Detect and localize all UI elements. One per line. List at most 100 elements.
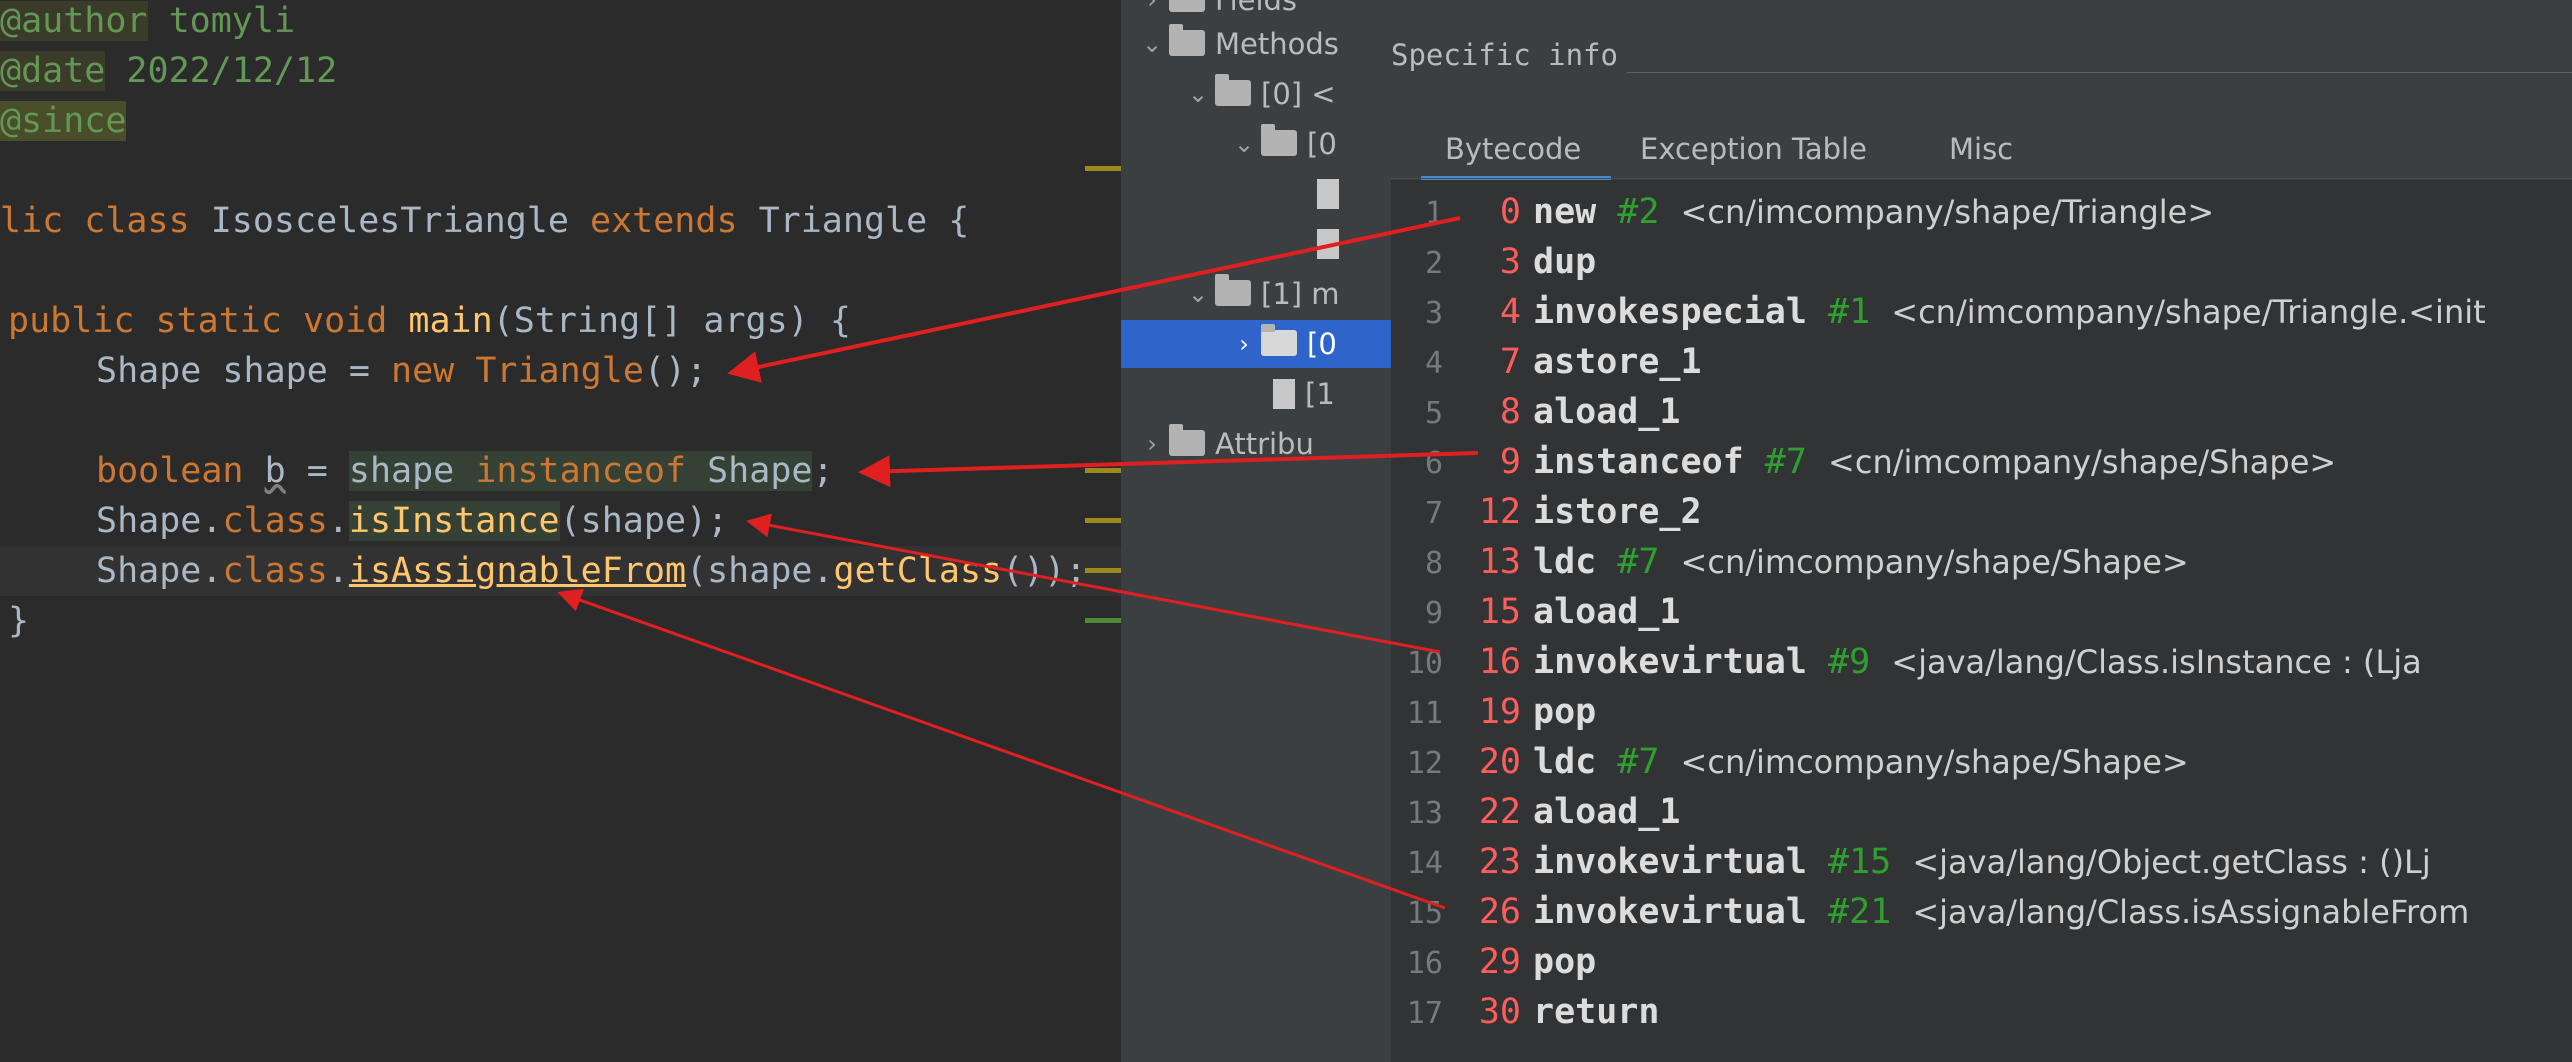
tree-node-leaf[interactable] [1317,220,1349,268]
tree-node-methods[interactable]: ⌄ Methods [1135,20,1339,68]
tree-node-leaf[interactable] [1317,170,1349,218]
class-name: IsoscelesTriangle [210,201,591,241]
constant-pool-ref[interactable]: #7 [1617,742,1659,782]
class-structure-tree[interactable]: › Fields ⌄ Methods ⌄ [0] < ⌄ [0 ⌄ [1] m › [0 [… [1121,0,1391,1062]
code-line-2[interactable]: @date 2022/12/12 [0,46,337,96]
code-line-isassignablefrom[interactable]: Shape.class.isAssignableFrom(shape.getCl… [96,546,1086,596]
constant-pool-ref[interactable]: #1 [1828,292,1870,332]
bytecode-row[interactable]: 14 23 invokevirtual #15 <java/lang/Object.… [1391,837,2431,887]
bytecode-row[interactable]: 11 19 pop [1391,687,1596,737]
divider [1627,72,2572,73]
bytecode-offset: 0 [1499,192,1521,232]
chevron-down-icon[interactable]: ⌄ [1181,270,1215,318]
gutter-marker[interactable] [1085,518,1121,523]
bytecode-row[interactable]: 15 26 invokevirtual #21 <java/lang/Class.i… [1391,887,2469,937]
tab-bytecode[interactable]: Bytecode [1420,124,1612,182]
code-text: (shape); [559,501,729,541]
gutter-marker[interactable] [1085,166,1121,171]
code-line-main[interactable]: public static void main(String[] args) { [8,296,851,346]
code-line-instanceof[interactable]: boolean b = shape instanceof Shape; [96,446,834,496]
bytecode-row[interactable]: 9 15 aload_1 [1391,587,1681,637]
opcode: pop [1533,942,1597,982]
bytecode-row[interactable]: 5 8 aload_1 [1391,387,1681,437]
bytecode-listing[interactable]: 1 0 new #2 <cn/imcompany/shape/Triangle> 2 3… [1391,180,2572,1062]
constant-pool-ref[interactable]: #2 [1617,192,1659,232]
bytecode-row[interactable]: 13 22 aload_1 [1391,787,1681,837]
line-number: 9 [1424,596,1443,631]
constant-pool-ref[interactable]: #9 [1828,642,1870,682]
code-text: shape [348,451,476,491]
method-params: (String[] args) { [492,301,851,341]
line-number: 1 [1424,196,1443,231]
constructor-name: Triangle [475,351,644,391]
bytecode-offset: 3 [1499,242,1521,282]
constant-pool-ref[interactable]: #15 [1828,842,1891,882]
tree-node-method-1-code-selected[interactable]: › [0 [1121,320,1391,368]
code-text: . [327,551,349,591]
opcode: aload_1 [1533,792,1681,832]
opcode: astore_1 [1533,342,1702,382]
file-icon [1317,229,1339,259]
opcode-argument: <java/lang/Class.isAssignableFrom [1912,893,2470,931]
code-line-class[interactable]: lic class IsoscelesTriangle extends Tria… [0,196,969,246]
bytecode-row[interactable]: 6 9 instanceof #7 <cn/imcompany/shape/Shap… [1391,437,2336,487]
bytecode-offset: 19 [1478,692,1521,732]
line-number: 2 [1424,246,1443,281]
constant-pool-ref[interactable]: #7 [1617,542,1659,582]
chevron-down-icon[interactable]: ⌄ [1181,70,1215,118]
folder-icon [1169,424,1205,456]
constant-pool-ref[interactable]: #21 [1828,892,1891,932]
code-line-close-brace[interactable]: } [8,596,29,646]
bytecode-row[interactable]: 8 13 ldc #7 <cn/imcompany/shape/Shape> [1391,537,2189,587]
bytecode-row[interactable]: 12 20 ldc #7 <cn/imcompany/shape/Shape> [1391,737,2189,787]
code-text: ()); [1002,551,1087,591]
bytecode-row[interactable]: 2 3 dup [1391,237,1596,287]
line-number: 16 [1406,946,1443,981]
gutter-marker[interactable] [1085,468,1121,473]
chevron-right-icon[interactable]: › [1227,320,1261,368]
bytecode-offset: 29 [1478,942,1521,982]
divider [1391,178,2572,179]
bytecode-offset: 23 [1478,842,1521,882]
opcode: pop [1533,692,1597,732]
bytecode-row[interactable]: 16 29 pop [1391,937,1596,987]
chevron-down-icon[interactable]: ⌄ [1135,20,1169,68]
code-line-isinstance[interactable]: Shape.class.isInstance(shape); [96,496,728,546]
opcode: invokespecial [1533,292,1807,332]
tab-misc[interactable]: Misc [1949,124,2013,174]
tree-node-method-0-code[interactable]: ⌄ [0 [1227,120,1337,168]
line-number: 5 [1424,396,1443,431]
keyword: extends [590,201,759,241]
tree-node-attributes[interactable]: › Attribu [1135,420,1314,468]
bytecode-row[interactable]: 17 30 return [1391,987,1660,1037]
tree-node-method-0[interactable]: ⌄ [0] < [1181,70,1336,118]
constant-pool-ref[interactable]: #7 [1765,442,1807,482]
bytecode-row[interactable]: 1 0 new #2 <cn/imcompany/shape/Triangle> [1391,187,2214,237]
superclass-name: Triangle { [758,201,970,241]
opcode-argument: <cn/imcompany/shape/Shape> [1828,443,2337,481]
code-line-new-triangle[interactable]: Shape shape = new Triangle(); [96,346,707,396]
gutter-marker[interactable] [1085,568,1121,573]
bytecode-row[interactable]: 3 4 invokespecial #1 <cn/imcompany/shape/T… [1391,287,2486,337]
code-line-1[interactable]: @author tomyli [0,0,295,46]
opcode: aload_1 [1533,592,1681,632]
opcode-argument: <java/lang/Class.isInstance : (Lja [1891,643,2422,681]
gutter-marker[interactable] [1085,618,1121,623]
code-line-3[interactable]: @since [0,96,127,146]
tab-exception-table[interactable]: Exception Table [1640,124,1867,174]
tree-label: [0 [1307,127,1337,161]
keyword: class [222,501,328,541]
code-editor[interactable]: @author tomyli @date 2022/12/12 @since l… [0,0,1121,1062]
tree-node-method-1[interactable]: ⌄ [1] m [1181,270,1340,318]
bytecode-row[interactable]: 4 7 astore_1 [1391,337,1702,387]
chevron-right-icon[interactable]: › [1135,420,1169,468]
line-number: 11 [1406,696,1443,731]
opcode-argument: <cn/imcompany/shape/Shape> [1680,543,2189,581]
bytecode-offset: 7 [1499,342,1521,382]
line-number: 3 [1424,296,1443,331]
bytecode-row[interactable]: 10 16 invokevirtual #9 <java/lang/Class.is… [1391,637,2422,687]
code-text: (); [643,351,708,391]
chevron-down-icon[interactable]: ⌄ [1227,120,1261,168]
tree-node-method-1-leaf[interactable]: [1 [1273,370,1335,418]
bytecode-row[interactable]: 7 12 istore_2 [1391,487,1702,537]
